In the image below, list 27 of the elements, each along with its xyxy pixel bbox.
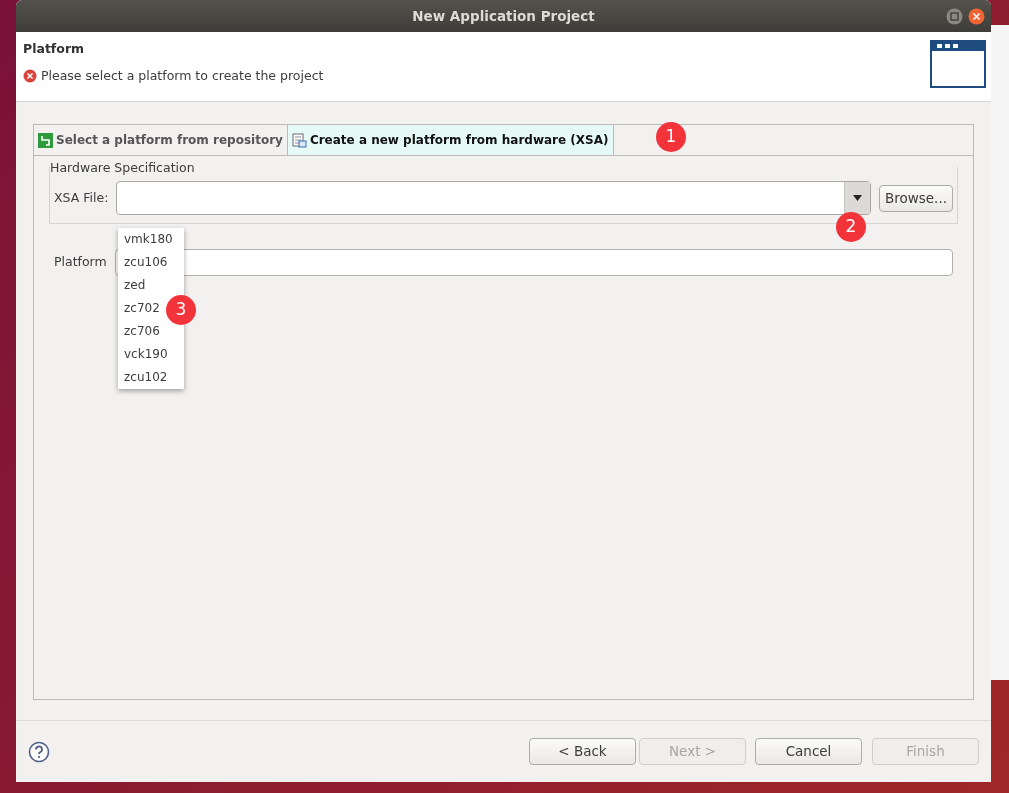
- dropdown-option[interactable]: vmk180: [118, 228, 179, 251]
- maximize-icon[interactable]: [946, 8, 963, 25]
- platform-input[interactable]: [114, 249, 953, 276]
- field-label: XSA File:: [54, 188, 109, 207]
- dropdown-option[interactable]: zc702: [118, 297, 166, 320]
- dialog-button[interactable]: Cancel: [755, 738, 862, 765]
- dropdown-option[interactable]: zcu102: [118, 366, 174, 389]
- error-message: Please select a platform to create the project: [41, 66, 324, 85]
- help-icon[interactable]: [28, 740, 50, 763]
- dialog-button[interactable]: < Back: [529, 738, 636, 765]
- error-icon: [23, 69, 37, 84]
- dropdown-option[interactable]: zed: [118, 274, 152, 297]
- dropdown-option[interactable]: zc706: [118, 320, 166, 343]
- group-title: Hardware Specification: [50, 159, 197, 178]
- tab[interactable]: Create a new platform from hardware (XSA): [287, 125, 614, 155]
- window-icon: [930, 40, 986, 88]
- hardware-icon: [291, 132, 307, 148]
- dropdown-button[interactable]: [843, 182, 870, 214]
- browse-button[interactable]: Browse...: [878, 184, 953, 212]
- platform-icon: [38, 132, 53, 148]
- page-title: Platform: [23, 40, 86, 58]
- close-icon[interactable]: [968, 8, 985, 25]
- caret-icon: [852, 195, 862, 202]
- window-title: New Application Project: [412, 6, 595, 26]
- field-label: Platform: [54, 253, 107, 272]
- dropdown-option[interactable]: vck190: [118, 343, 174, 366]
- dropdown-option[interactable]: zcu106: [118, 251, 174, 274]
